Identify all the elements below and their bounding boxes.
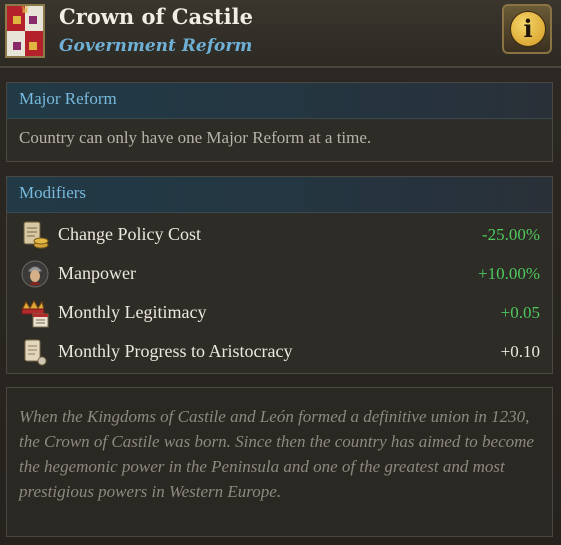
modifier-row: Manpower +10.00% [7,255,552,294]
major-reform-section: Major Reform Country can only have one M… [6,82,553,162]
major-reform-heading: Major Reform [7,83,552,119]
scroll-icon [24,339,47,366]
tooltip-header: ♛ Crown of Castile Government Reform i [0,0,561,68]
reform-subtitle: Government Reform [59,36,253,56]
reform-title: Crown of Castile [59,4,253,29]
modifier-label: Monthly Legitimacy [58,302,207,322]
scroll-coins-icon [23,221,49,249]
flavor-text: When the Kingdoms of Castile and León fo… [6,387,553,537]
castile-flag-icon: ♛ [5,4,45,58]
modifiers-section: Modifiers Change Policy Cost -25.00% Man… [6,176,553,374]
modifier-value: +10.00% [478,264,540,283]
modifiers-heading: Modifiers [7,177,552,213]
modifier-value: +0.05 [500,303,540,322]
modifier-value: -25.00% [481,225,540,244]
modifier-label: Monthly Progress to Aristocracy [58,341,293,361]
info-icon: i [510,11,546,47]
modifier-row: Monthly Legitimacy +0.05 [7,294,552,333]
modifier-label: Manpower [58,263,136,283]
modifier-label: Change Policy Cost [58,224,201,244]
soldier-icon [21,260,49,288]
modifier-row: Change Policy Cost -25.00% [7,216,552,255]
major-reform-text: Country can only have one Major Reform a… [19,128,372,147]
info-button[interactable]: i [502,4,552,54]
crown-calendar-icon [21,299,49,328]
modifier-row: Monthly Progress to Aristocracy +0.10 [7,333,552,372]
modifier-value: +0.10 [500,342,540,361]
tooltip-panel: ♛ Crown of Castile Government Reform i M… [0,0,561,545]
